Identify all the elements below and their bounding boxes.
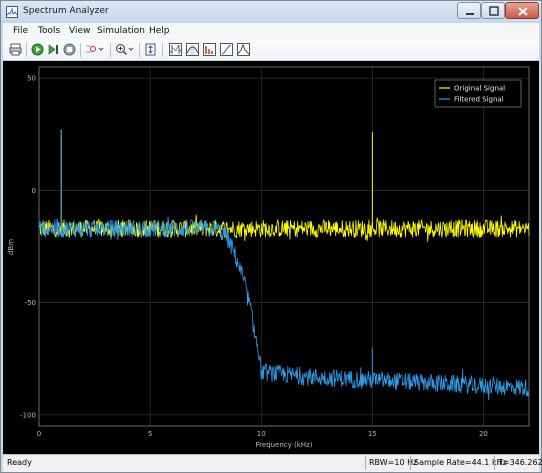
x-tick-label: 0 — [37, 430, 41, 438]
spectrum-plot[interactable]: 0 5 10 15 20 50 0 -50 -100 Frequency (kHz) dBm O… — [3, 61, 539, 454]
spectrum-chart: 0 5 10 15 20 50 0 -50 -100 Frequency (kHz) dBm O… — [7, 66, 530, 449]
x-tick-label: 20 — [479, 430, 488, 438]
y-tick-label: 50 — [27, 75, 36, 83]
y-tick-label: -100 — [20, 411, 36, 419]
status-ready: Ready — [7, 458, 32, 467]
app-icon — [6, 6, 18, 18]
close-icon — [518, 7, 528, 16]
minimize-icon — [466, 13, 474, 15]
y-tick-label: 0 — [32, 187, 36, 195]
y-axis-label: dBm — [7, 239, 15, 255]
legend-filtered-signal: Filtered Signal — [454, 96, 504, 104]
x-tick-label: 5 — [148, 430, 152, 438]
minimize-button[interactable] — [457, 2, 481, 19]
menu-bar: File Tools View Simulation Help — [3, 23, 539, 41]
toolbar — [3, 40, 539, 61]
close-button[interactable] — [505, 2, 539, 19]
status-bar: Ready RBW=10 Hz Sample Rate=44.1 kHz T=3… — [3, 454, 542, 472]
window-title: Spectrum Analyzer — [23, 6, 109, 16]
distortion-measurements-icon[interactable] — [203, 43, 216, 56]
highlight-signal-icon[interactable] — [85, 43, 105, 56]
fit-to-view-icon[interactable] — [144, 43, 157, 56]
zoom-in-icon[interactable] — [115, 43, 135, 56]
peak-finder-icon[interactable] — [237, 43, 250, 56]
toolbar-separator — [110, 43, 111, 57]
toolbar-separator — [139, 43, 140, 57]
x-tick-label: 15 — [368, 430, 377, 438]
maximize-icon — [489, 6, 499, 16]
title-bar[interactable]: Spectrum Analyzer — [1, 1, 541, 23]
spectrum-analyzer-window: Spectrum Analyzer File Tools View Simula… — [0, 0, 542, 473]
cumulative-measurements-icon[interactable] — [220, 43, 233, 56]
print-icon[interactable] — [9, 43, 22, 56]
maximize-button[interactable] — [481, 2, 505, 19]
menu-view[interactable]: View — [69, 26, 90, 36]
status-rbw: RBW=10 Hz — [365, 456, 417, 470]
menu-help[interactable]: Help — [149, 26, 170, 36]
run-icon[interactable] — [31, 43, 44, 56]
menu-simulation[interactable]: Simulation — [97, 26, 145, 36]
toolbar-separator — [162, 43, 163, 57]
menu-file[interactable]: File — [13, 26, 28, 36]
status-sample-rate: Sample Rate=44.1 kHz — [410, 456, 507, 470]
status-time: T=346.262 — [494, 456, 542, 470]
legend[interactable]: Original Signal Filtered Signal — [434, 79, 522, 108]
y-tick-label: -50 — [25, 299, 36, 307]
x-axis-label: Frequency (kHz) — [256, 441, 313, 449]
toolbar-separator — [26, 43, 27, 57]
channel-measurements-icon[interactable] — [186, 43, 199, 56]
x-tick-label: 10 — [257, 430, 266, 438]
cursor-measurements-icon[interactable] — [169, 43, 182, 56]
menu-tools[interactable]: Tools — [38, 26, 60, 36]
step-forward-icon[interactable] — [47, 43, 60, 56]
legend-original-signal: Original Signal — [454, 85, 505, 93]
toolbar-separator — [80, 43, 81, 57]
stop-icon[interactable] — [63, 43, 76, 56]
